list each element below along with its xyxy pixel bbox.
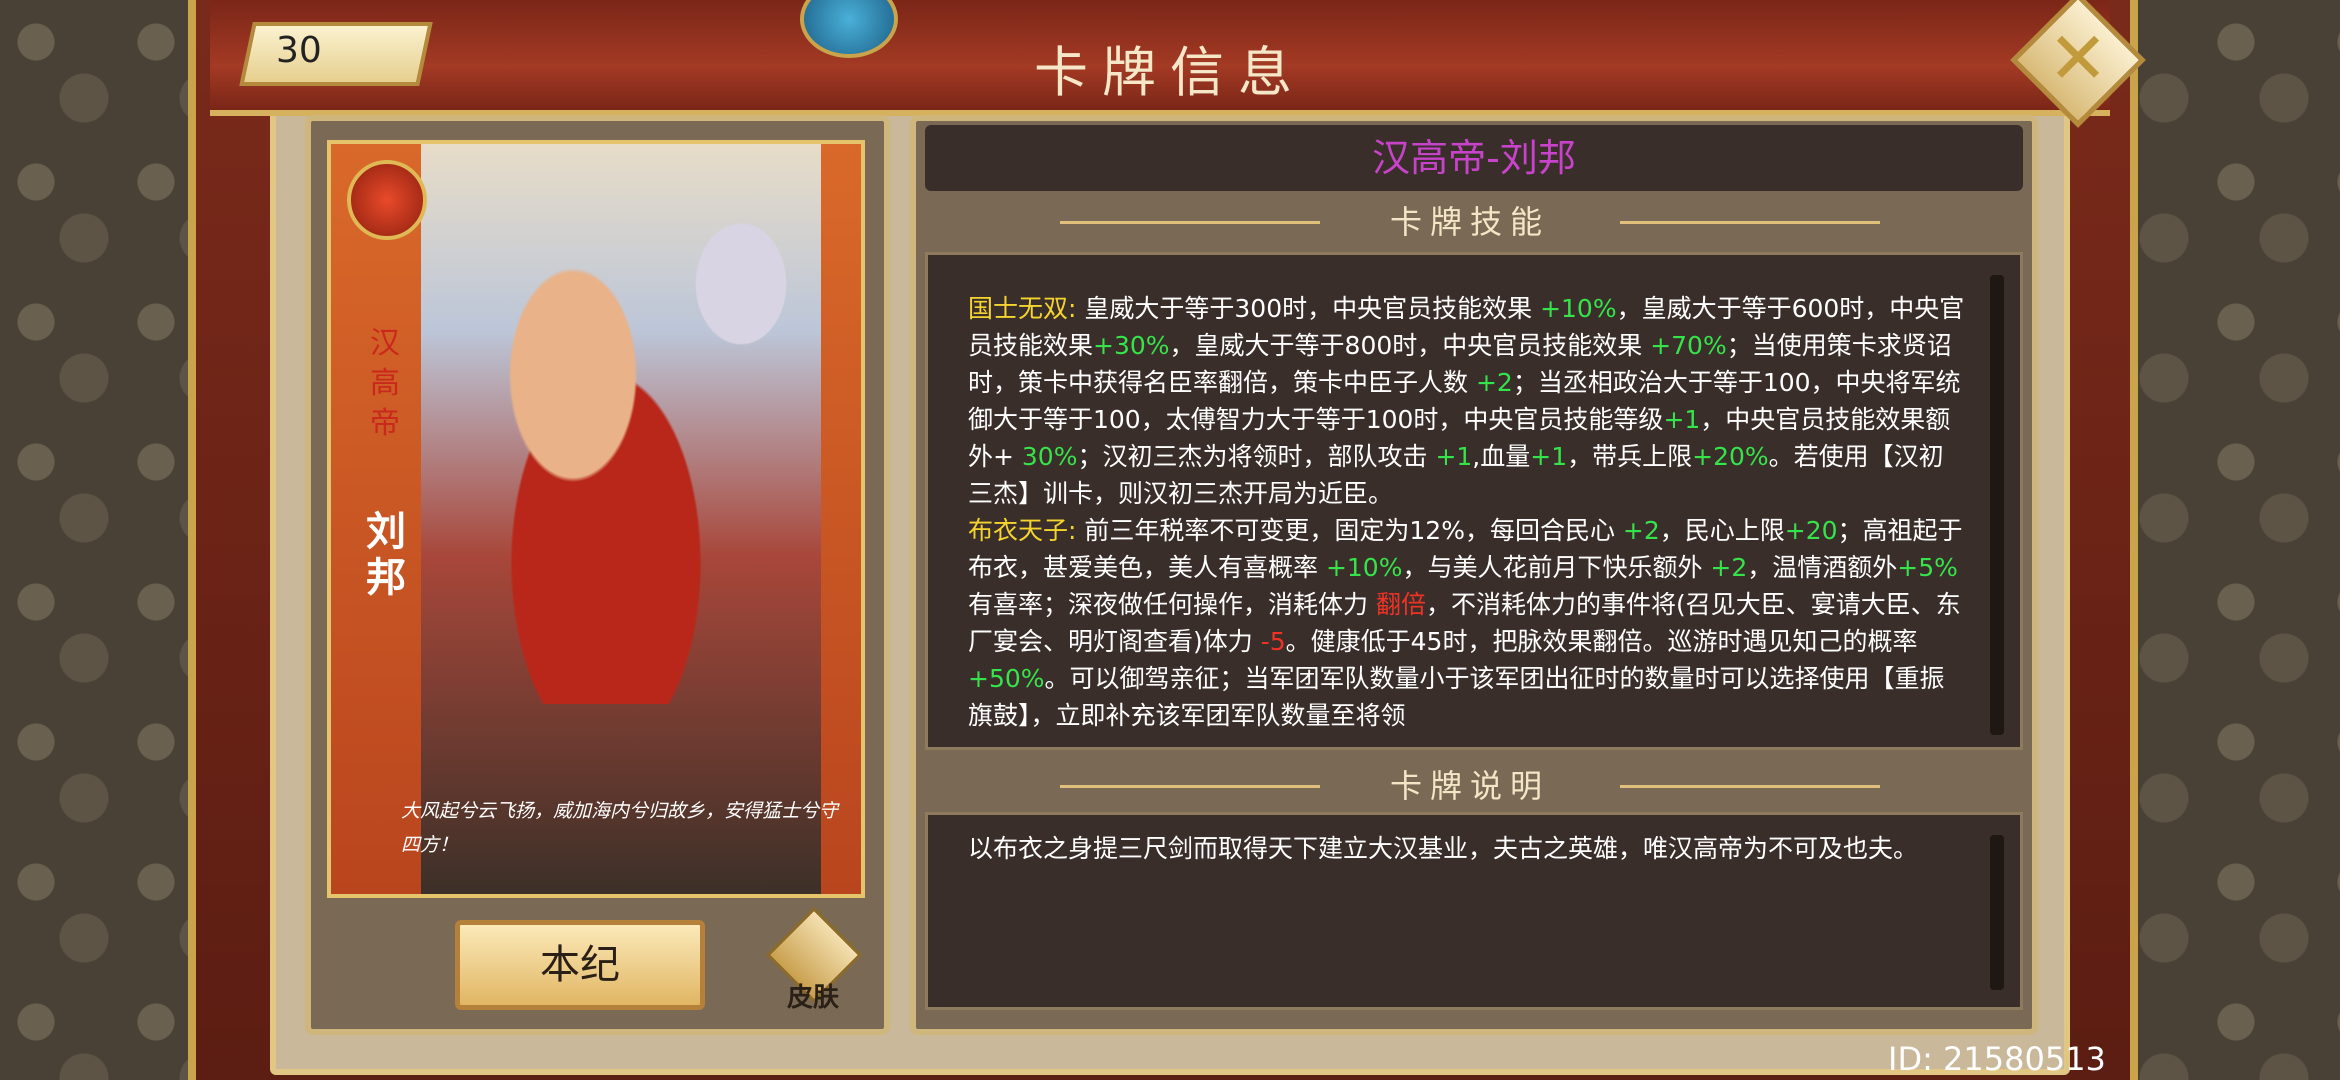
skill-text-part: 。可以御驾亲征；当军团军队数量小于该军团出征时的数量时可以选择使用【重振旗鼓】，… — [968, 664, 1945, 730]
skill-text-part: ；汉初三杰为将领时，部队攻击 — [1077, 442, 1436, 471]
skill-bonus: +2 — [1475, 368, 1513, 397]
skill-bonus: +5% — [1897, 553, 1958, 582]
hero-name-bar: 汉高帝-刘邦 — [925, 125, 2023, 191]
skin-label: 皮肤 — [786, 983, 839, 1013]
skill-bonus: +20 — [1784, 516, 1838, 545]
skill-text-part: ，带兵上限 — [1567, 442, 1693, 471]
skill-name: 国士无双: — [968, 294, 1077, 323]
skill-name: 布衣天子: — [968, 516, 1077, 545]
skill-bonus: +20% — [1692, 442, 1769, 471]
skills-section-header: 卡牌技能 — [1060, 200, 1880, 244]
skill-bonus: +2 — [1622, 516, 1660, 545]
player-id: ID: 21580513 — [1888, 1040, 2106, 1078]
close-icon[interactable]: ✕ — [2042, 22, 2114, 94]
skill-text-part: ，皇威大于等于800时，中央官员技能效果 — [1169, 331, 1651, 360]
skin-button[interactable]: 皮肤 — [765, 906, 863, 1015]
biography-button[interactable]: 本纪 — [455, 920, 705, 1010]
skill-bonus: +30% — [1093, 331, 1170, 360]
card-vertical-title: 汉高帝 — [370, 326, 400, 441]
skill-bonus: +1 — [1663, 405, 1701, 434]
description-scrollbar[interactable] — [1990, 835, 2004, 990]
skill-penalty: 翻倍 — [1375, 590, 1426, 619]
skill-penalty: -5 — [1260, 627, 1286, 656]
skill-bonus: +50% — [968, 664, 1045, 693]
skill-bonus: +70% — [1650, 331, 1727, 360]
card-hero-name: 刘邦 — [366, 508, 406, 601]
skill-bonus: +10% — [1540, 294, 1617, 323]
description-text: 以布衣之身提三尺剑而取得天下建立大汉基业，夫古之英雄，唯汉高帝为不可及也夫。 — [968, 834, 1919, 863]
description-section-header: 卡牌说明 — [1060, 764, 1880, 808]
card-poem: 大风起兮云飞扬，威加海内兮归故乡，安得猛士兮守四方！ — [401, 800, 839, 856]
skill-text-part: ,血量 — [1472, 442, 1531, 471]
level-value: 30 — [276, 30, 322, 71]
skill-text-part: 有喜率；深夜做任何操作，消耗体力 — [968, 590, 1376, 619]
faction-seal-icon — [347, 160, 427, 240]
skills-text: 国士无双: 皇威大于等于300时，中央官员技能效果 +10%，皇威大于等于600… — [968, 290, 1968, 745]
skill-text-part: 前三年税率不可变更，固定为12%，每回合民心 — [1076, 516, 1623, 545]
skill-text-part: ，与美人花前月下快乐额外 — [1402, 553, 1711, 582]
skill-bonus: 30% — [1021, 442, 1078, 471]
skill-bonus: +1 — [1530, 442, 1568, 471]
skill-text-part: ，温情酒额外 — [1747, 553, 1898, 582]
skill-bonus: +10% — [1325, 553, 1403, 582]
skill-text-part: 。健康低于45时，把脉效果翻倍。巡游时遇见知己的概率 — [1285, 627, 1918, 656]
snake-illustration — [651, 204, 831, 404]
skill-bonus: +2 — [1710, 553, 1748, 582]
skills-scrollbar[interactable] — [1990, 275, 2004, 735]
skill-bonus: +1 — [1435, 442, 1473, 471]
level-badge — [239, 22, 433, 86]
skill-text-part: ，民心上限 — [1659, 516, 1785, 545]
skill-text-part: 皇威大于等于300时，中央官员技能效果 — [1076, 294, 1541, 323]
hero-card-image: 汉高帝 刘邦 大风起兮云飞扬，威加海内兮归故乡，安得猛士兮守四方！ — [327, 140, 865, 898]
